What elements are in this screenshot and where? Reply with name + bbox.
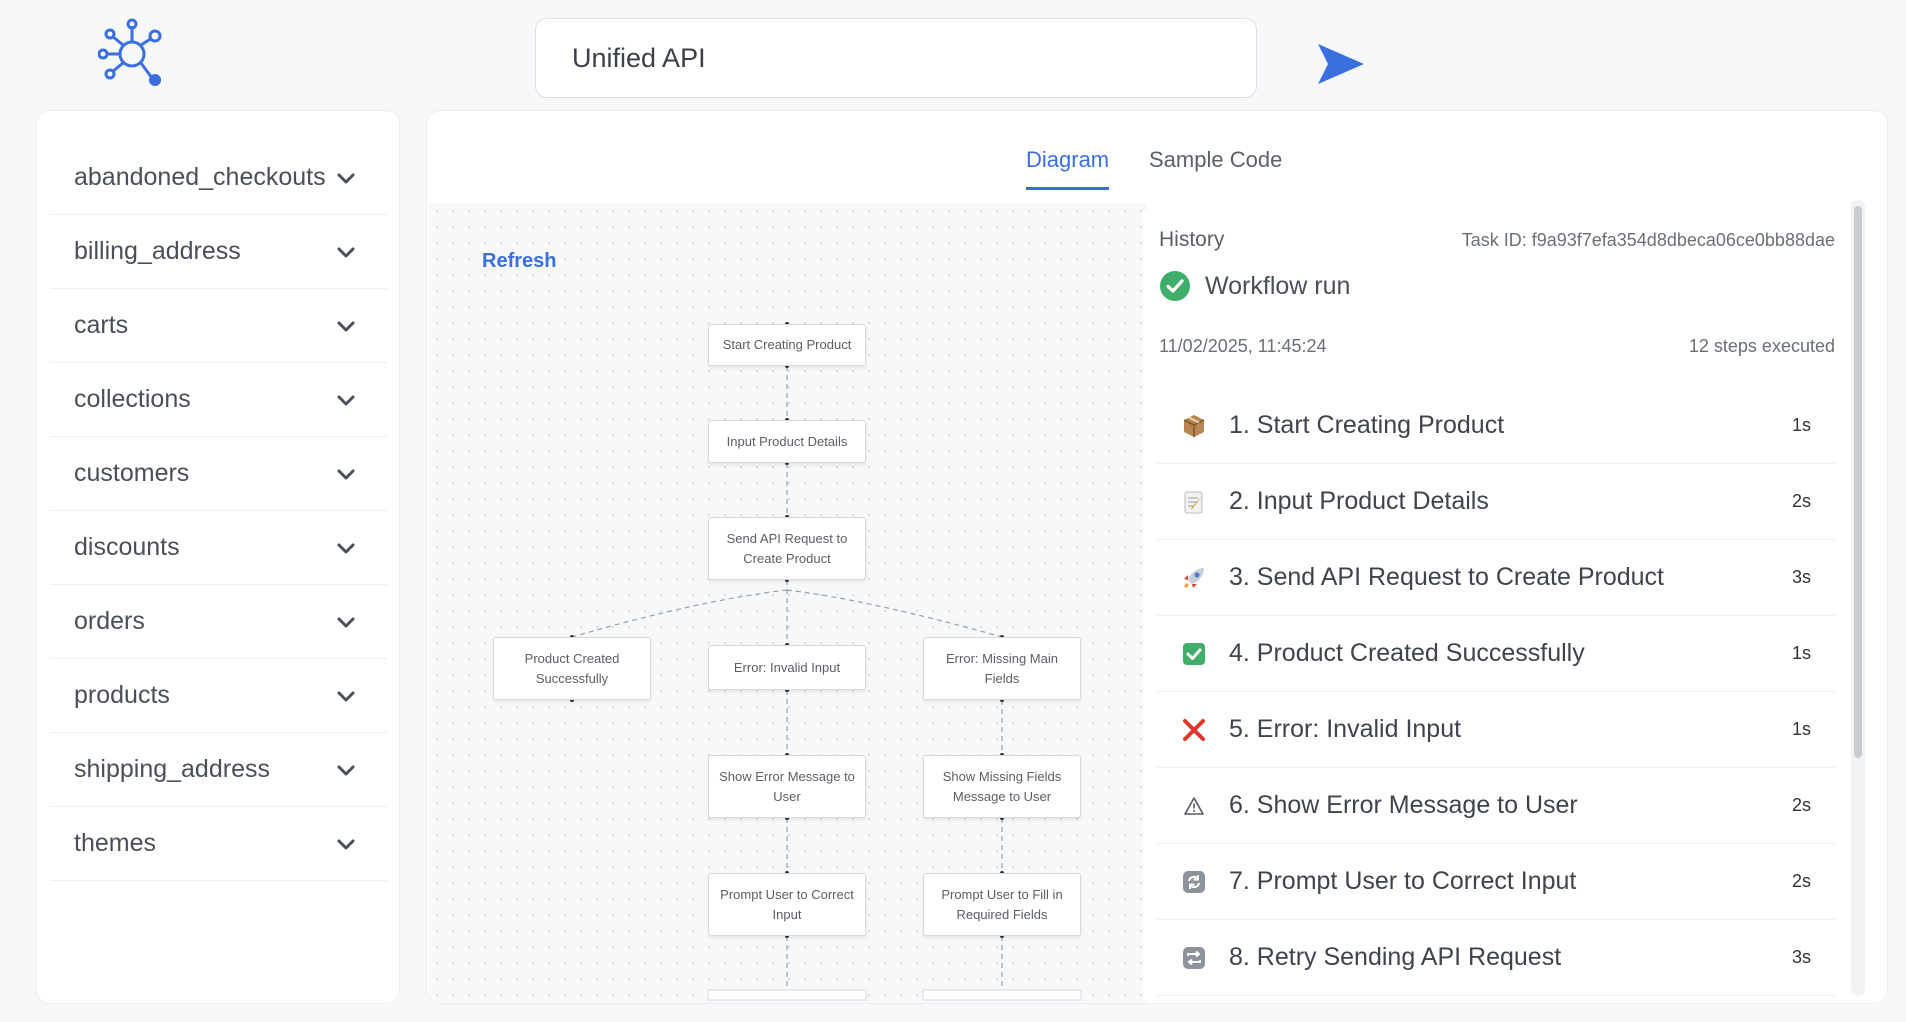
step-label: 2. Input Product Details <box>1229 487 1489 515</box>
chevron-down-icon[interactable] <box>335 241 357 263</box>
sidebar-item-label: carts <box>74 311 129 339</box>
sidebar-item-label: orders <box>74 607 145 635</box>
chevron-down-icon[interactable] <box>335 685 357 707</box>
diagram-node-missing[interactable]: Error: Missing Main Fields <box>923 637 1081 700</box>
warning-icon <box>1179 791 1209 821</box>
task-id: Task ID: f9a93f7efa354d8dbeca06ce0bb88da… <box>1461 230 1835 250</box>
resource-list: abandoned_checkouts billing_address cart… <box>50 141 387 881</box>
workflow-run-label: Workflow run <box>1205 272 1351 300</box>
sidebar-item-label: themes <box>74 829 156 857</box>
step-duration: 1s <box>1791 643 1811 663</box>
tab-sample-code[interactable]: Sample Code <box>1149 147 1282 187</box>
history-step[interactable]: 8. Retry Sending API Request 3s <box>1157 920 1835 996</box>
history-step[interactable]: 2. Input Product Details 2s <box>1157 464 1835 540</box>
step-label: 6. Show Error Message to User <box>1229 791 1578 819</box>
chevron-down-icon[interactable] <box>335 167 357 189</box>
sidebar-item-label: products <box>74 681 170 709</box>
step-label: 5. Error: Invalid Input <box>1229 715 1462 743</box>
step-duration: 3s <box>1791 567 1811 587</box>
sidebar-item-orders[interactable]: orders <box>50 585 387 659</box>
step-label: 1. Start Creating Product <box>1229 411 1505 439</box>
step-duration: 1s <box>1791 719 1811 739</box>
app-logo-icon[interactable] <box>98 18 166 90</box>
sidebar-item-label: discounts <box>74 533 180 561</box>
sidebar-item-label: abandoned_checkouts <box>74 163 326 191</box>
chevron-down-icon[interactable] <box>335 537 357 559</box>
tab-diagram[interactable]: Diagram <box>1026 147 1110 190</box>
sidebar-item-themes[interactable]: themes <box>50 807 387 881</box>
sidebar-item-shipping-address[interactable]: shipping_address <box>50 733 387 807</box>
resource-sidebar: abandoned_checkouts billing_address cart… <box>36 110 400 1004</box>
chevron-down-icon[interactable] <box>335 463 357 485</box>
diagram-node-prompt-correct[interactable]: Prompt User to Correct Input <box>708 873 866 936</box>
sidebar-item-products[interactable]: products <box>50 659 387 733</box>
sidebar-item-discounts[interactable]: discounts <box>50 511 387 585</box>
history-title: History <box>1159 228 1225 251</box>
step-duration: 1s <box>1791 415 1811 435</box>
chevron-down-icon[interactable] <box>335 833 357 855</box>
history-steps: 1. Start Creating Product 1s 2. Input Pr… <box>1157 388 1835 996</box>
package-icon <box>1179 411 1209 441</box>
check-circle-icon <box>1160 271 1190 301</box>
cross-mark-icon <box>1179 715 1209 745</box>
sidebar-item-label: billing_address <box>74 237 241 265</box>
step-label: 4. Product Created Successfully <box>1229 639 1585 667</box>
chevron-down-icon[interactable] <box>335 315 357 337</box>
run-timestamp: 11/02/2025, 11:45:24 <box>1159 336 1327 356</box>
diagram-node-prompt-fill[interactable]: Prompt User to Fill in Required Fields <box>923 873 1081 936</box>
history-step[interactable]: 5. Error: Invalid Input 1s <box>1157 692 1835 768</box>
step-duration: 2s <box>1791 491 1811 511</box>
diagram-node-success[interactable]: Product Created Successfully <box>493 637 651 700</box>
diagram-node-send[interactable]: Send API Request to Create Product <box>708 517 866 580</box>
history-step[interactable]: 1. Start Creating Product 1s <box>1157 388 1835 464</box>
chevron-down-icon[interactable] <box>335 611 357 633</box>
refresh-button[interactable]: Refresh <box>482 250 556 273</box>
sidebar-item-billing-address[interactable]: billing_address <box>50 215 387 289</box>
history-step[interactable]: 3. Send API Request to Create Product 3s <box>1157 540 1835 616</box>
chevron-down-icon[interactable] <box>335 759 357 781</box>
sidebar-item-collections[interactable]: collections <box>50 363 387 437</box>
refresh-arrows-icon <box>1179 867 1209 897</box>
step-duration: 2s <box>1791 795 1811 815</box>
search-input[interactable] <box>535 18 1257 98</box>
sidebar-item-label: shipping_address <box>74 755 270 783</box>
diagram-node-start[interactable]: Start Creating Product <box>708 324 866 366</box>
step-duration: 3s <box>1791 947 1811 967</box>
sidebar-item-label: customers <box>74 459 190 487</box>
memo-icon <box>1179 487 1209 517</box>
history-step[interactable]: 6. Show Error Message to User 2s <box>1157 768 1835 844</box>
history-panel: History Task ID: f9a93f7efa354d8dbeca06c… <box>1143 210 1845 1000</box>
repeat-icon <box>1179 943 1209 973</box>
step-duration: 2s <box>1791 871 1811 891</box>
sidebar-item-customers[interactable]: customers <box>50 437 387 511</box>
check-box-icon <box>1179 639 1209 669</box>
step-label: 8. Retry Sending API Request <box>1229 943 1562 971</box>
diagram-node-input[interactable]: Input Product Details <box>708 420 866 463</box>
diagram-node-show-missing[interactable]: Show Missing Fields Message to User <box>923 755 1081 818</box>
rocket-icon <box>1179 563 1209 593</box>
diagram-node-invalid[interactable]: Error: Invalid Input <box>708 645 866 690</box>
sidebar-item-carts[interactable]: carts <box>50 289 387 363</box>
send-arrow-icon[interactable] <box>1316 42 1366 86</box>
history-scrollbar-thumb[interactable] <box>1854 206 1862 758</box>
history-step[interactable]: 7. Prompt User to Correct Input 2s <box>1157 844 1835 920</box>
step-label: 3. Send API Request to Create Product <box>1229 563 1664 591</box>
sidebar-item-abandoned-checkouts[interactable]: abandoned_checkouts <box>50 141 387 215</box>
diagram-node-show-error[interactable]: Show Error Message to User <box>708 755 866 818</box>
history-step[interactable]: 4. Product Created Successfully 1s <box>1157 616 1835 692</box>
step-label: 7. Prompt User to Correct Input <box>1229 867 1577 895</box>
chevron-down-icon[interactable] <box>335 389 357 411</box>
sidebar-item-label: collections <box>74 385 191 413</box>
steps-executed-count: 12 steps executed <box>1688 336 1835 356</box>
